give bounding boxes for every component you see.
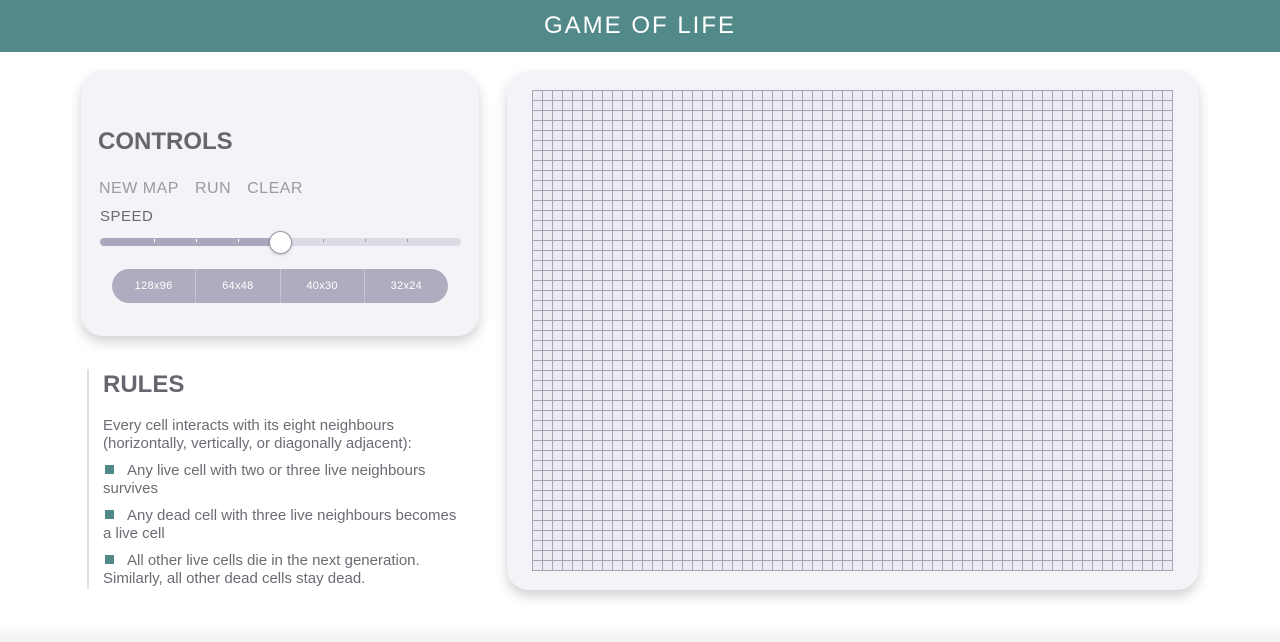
rule-text: All other live cells die in the next gen… xyxy=(103,552,420,587)
size-option-40x30[interactable]: 40x30 xyxy=(281,269,365,303)
controls-title: CONTROLS xyxy=(98,128,233,155)
rule-item: All other live cells die in the next gen… xyxy=(103,552,467,588)
slider-tick xyxy=(196,239,197,242)
rules-intro: Every cell interacts with its eight neig… xyxy=(103,417,412,452)
rules-title: RULES xyxy=(103,371,185,398)
size-option-128x96[interactable]: 128x96 xyxy=(112,269,197,303)
clear-button[interactable]: CLEAR xyxy=(247,180,303,198)
size-option-32x24[interactable]: 32x24 xyxy=(365,269,448,303)
run-button[interactable]: RUN xyxy=(195,180,231,198)
square-bullet-icon xyxy=(105,555,114,564)
control-actions: NEW MAP RUN CLEAR xyxy=(99,180,303,198)
new-map-button[interactable]: NEW MAP xyxy=(99,180,179,198)
slider-thumb[interactable] xyxy=(269,231,292,254)
grid-size-selector: 128x96 64x48 40x30 32x24 xyxy=(112,269,448,303)
app-header: GAME OF LIFE xyxy=(0,0,1280,52)
board-panel xyxy=(507,71,1199,590)
page-footer-shadow xyxy=(0,622,1280,642)
rule-text: Any dead cell with three live neighbours… xyxy=(103,507,457,542)
square-bullet-icon xyxy=(105,465,114,474)
life-grid[interactable] xyxy=(532,90,1173,571)
slider-tick xyxy=(407,239,409,242)
square-bullet-icon xyxy=(105,510,114,519)
speed-slider[interactable] xyxy=(100,231,461,254)
slider-tick xyxy=(322,239,324,242)
rule-item: Any live cell with two or three live nei… xyxy=(103,462,467,498)
slider-tick xyxy=(365,239,366,242)
rule-text: Any live cell with two or three live nei… xyxy=(103,462,426,497)
size-option-64x48[interactable]: 64x48 xyxy=(196,269,281,303)
slider-tick xyxy=(238,239,240,242)
app-title: GAME OF LIFE xyxy=(543,12,737,39)
slider-tick xyxy=(153,239,155,242)
rules-section: RULES Every cell interacts with its eigh… xyxy=(87,369,467,589)
controls-panel: CONTROLS NEW MAP RUN CLEAR SPEED 128x96 … xyxy=(81,71,479,336)
speed-label: SPEED xyxy=(100,208,154,225)
rule-item: Any dead cell with three live neighbours… xyxy=(103,507,467,543)
slider-fill xyxy=(100,238,281,246)
